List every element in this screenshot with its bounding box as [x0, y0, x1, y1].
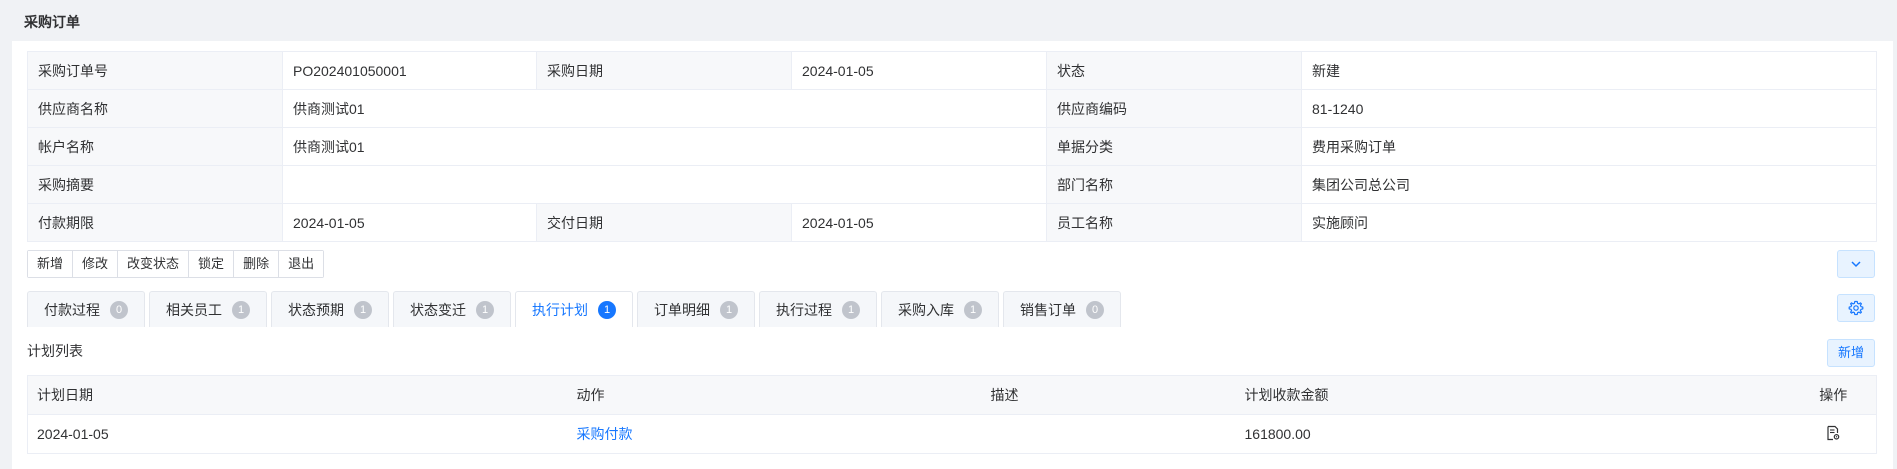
info-value: 81-1240	[1301, 89, 1877, 128]
column-header-plan-date: 计划日期	[27, 375, 568, 415]
info-value: 供商测试01	[282, 89, 1047, 128]
info-label: 采购订单号	[27, 51, 283, 90]
info-label: 帐户名称	[27, 127, 283, 166]
info-label: 采购摘要	[27, 165, 283, 204]
tab-count-badge: 1	[964, 300, 982, 319]
tab-count-badge: 1	[842, 300, 860, 319]
tab-count-badge: 1	[476, 300, 494, 319]
table-row: 2024-01-05 采购付款 161800.00	[27, 414, 1877, 454]
plan-date-cell: 2024-01-05	[27, 414, 568, 454]
add-plan-button[interactable]: 新增	[1827, 339, 1875, 367]
tab-order-details[interactable]: 订单明细 1	[637, 291, 755, 327]
tab-label: 采购入库	[898, 301, 954, 318]
tab-label: 销售订单	[1020, 301, 1076, 318]
edit-button[interactable]: 修改	[73, 251, 119, 277]
tab-count-badge: 1	[354, 300, 372, 319]
column-header-planned-amount: 计划收款金额	[1235, 375, 1791, 415]
info-label: 付款期限	[27, 203, 283, 242]
info-label: 交付日期	[536, 203, 792, 242]
description-cell	[981, 414, 1236, 454]
order-info-table: 采购订单号 PO202401050001 采购日期 2024-01-05 状态 …	[27, 51, 1877, 242]
tab-label: 订单明细	[654, 301, 710, 318]
change-status-button[interactable]: 改变状态	[118, 251, 190, 277]
tab-count-badge: 1	[598, 300, 616, 319]
tab-status-expected[interactable]: 状态预期 1	[271, 291, 389, 327]
tab-count-badge: 1	[720, 300, 738, 319]
info-value: 费用采购订单	[1301, 127, 1877, 166]
chevron-down-icon	[1851, 261, 1861, 268]
tab-label: 付款过程	[44, 301, 100, 318]
amount-cell: 161800.00	[1235, 414, 1791, 454]
info-value: 集团公司总公司	[1301, 165, 1877, 204]
tab-count-badge: 0	[1086, 300, 1104, 319]
tab-related-staff[interactable]: 相关员工 1	[149, 291, 267, 327]
collapse-button[interactable]	[1837, 250, 1875, 278]
tab-label: 相关员工	[166, 301, 222, 318]
info-value: PO202401050001	[282, 51, 537, 90]
tab-purchase-receipt[interactable]: 采购入库 1	[881, 291, 999, 327]
info-value: 供商测试01	[282, 127, 1047, 166]
info-row: 采购摘要 部门名称 集团公司总公司	[27, 165, 1877, 204]
info-label: 员工名称	[1046, 203, 1302, 242]
tab-label: 状态变迁	[410, 301, 466, 318]
info-value	[282, 165, 1047, 204]
detail-tabs: 付款过程 0 相关员工 1 状态预期 1 状态变迁 1 执行计划 1 订单明细 1 执行过程…	[27, 291, 1125, 327]
info-value: 2024-01-05	[791, 51, 1047, 90]
exit-button[interactable]: 退出	[279, 251, 324, 277]
settings-button[interactable]	[1837, 294, 1875, 322]
info-label: 供应商编码	[1046, 89, 1302, 128]
tab-count-badge: 1	[232, 300, 250, 319]
table-header-row: 计划日期 动作 描述 计划收款金额 操作	[27, 375, 1877, 415]
info-value: 实施顾问	[1301, 203, 1877, 242]
delete-button[interactable]: 删除	[234, 251, 280, 277]
lock-button[interactable]: 锁定	[189, 251, 235, 277]
plan-table: 计划日期 动作 描述 计划收款金额 操作 2024-01-05 采购付款 161…	[27, 375, 1877, 454]
tab-label: 状态预期	[288, 301, 344, 318]
tab-sales-order[interactable]: 销售订单 0	[1003, 291, 1121, 327]
column-header-description: 描述	[981, 375, 1236, 415]
plan-list-title: 计划列表	[27, 343, 83, 359]
column-header-operations: 操作	[1790, 375, 1877, 415]
info-label: 单据分类	[1046, 127, 1302, 166]
operations-cell	[1790, 414, 1877, 454]
column-header-action: 动作	[567, 375, 982, 415]
info-row: 供应商名称 供商测试01 供应商编码 81-1240	[27, 89, 1877, 128]
action-link[interactable]: 采购付款	[577, 426, 633, 442]
info-value: 2024-01-05	[282, 203, 537, 242]
info-value: 2024-01-05	[791, 203, 1047, 242]
info-row: 采购订单号 PO202401050001 采购日期 2024-01-05 状态 …	[27, 51, 1877, 90]
info-row: 帐户名称 供商测试01 单据分类 费用采购订单	[27, 127, 1877, 166]
info-value: 新建	[1301, 51, 1877, 90]
info-label: 部门名称	[1046, 165, 1302, 204]
tab-label: 执行计划	[532, 301, 588, 318]
order-card: 采购订单号 PO202401050001 采购日期 2024-01-05 状态 …	[12, 41, 1893, 469]
info-label: 状态	[1046, 51, 1302, 90]
action-toolbar: 新增 修改 改变状态 锁定 删除 退出	[27, 250, 325, 278]
tab-label: 执行过程	[776, 301, 832, 318]
tab-execution-plan[interactable]: 执行计划 1	[515, 291, 633, 327]
tab-execution-process[interactable]: 执行过程 1	[759, 291, 877, 327]
tab-payment-process[interactable]: 付款过程 0	[27, 291, 145, 327]
action-cell: 采购付款	[567, 414, 982, 454]
tab-status-changes[interactable]: 状态变迁 1	[393, 291, 511, 327]
add-button[interactable]: 新增	[28, 251, 74, 277]
info-label: 供应商名称	[27, 89, 283, 128]
gear-icon	[1848, 300, 1864, 316]
tab-count-badge: 0	[110, 300, 128, 319]
document-view-icon[interactable]	[1825, 425, 1841, 441]
page-title: 采购订单	[24, 14, 80, 30]
info-row: 付款期限 2024-01-05 交付日期 2024-01-05 员工名称 实施顾…	[27, 203, 1877, 242]
info-label: 采购日期	[536, 51, 792, 90]
